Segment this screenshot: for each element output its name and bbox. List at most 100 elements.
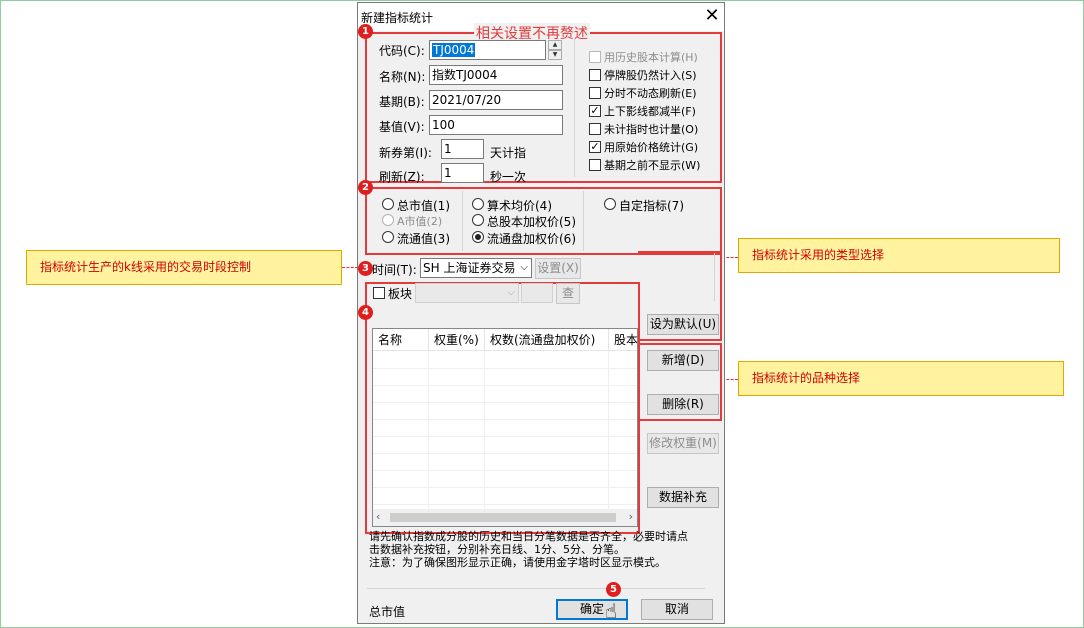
refresh-input[interactable]: 1 xyxy=(441,163,484,183)
label-a-mv: A市值(2) xyxy=(397,215,443,228)
modify-weight-button[interactable]: 修改权重(M) xyxy=(647,433,719,454)
callout-time-connector xyxy=(342,267,358,268)
label-float-mv: 流通值(3) xyxy=(397,232,450,246)
label-total-cap-weighted: 总股本加权价(5) xyxy=(487,215,576,229)
status-text: 总市值 xyxy=(369,605,406,619)
table-row-line xyxy=(373,402,637,403)
callout-time-control: 指标统计生产的k线采用的交易时段控制 xyxy=(26,250,342,285)
label-float-cap-weighted: 流通盘加权价(6) xyxy=(487,232,576,246)
base-date-label: 基期(B): xyxy=(379,95,425,109)
type-divider-2 xyxy=(583,191,584,251)
badge-3: 3 xyxy=(358,261,373,276)
table-column-header[interactable]: 权重(%) xyxy=(429,329,485,351)
variety-bracket-frame xyxy=(640,343,722,421)
code-spin-up[interactable]: ▲ xyxy=(548,40,562,50)
option-label: 未计指时也计量(O) xyxy=(604,123,699,136)
sector-label: 板块 xyxy=(388,287,413,301)
badge-4: 4 xyxy=(358,305,373,320)
badge-2: 2 xyxy=(358,180,373,195)
note-line-3: 注意：为了确保图形显示正确，请使用金字塔时区显示模式。 xyxy=(369,556,666,569)
new-stock-suffix: 天计指 xyxy=(490,146,527,160)
table-column-header[interactable]: 权数(流通盘加权价) xyxy=(485,329,609,351)
time-value: SH 上海证券交易 xyxy=(423,261,516,275)
radio-float-mv[interactable] xyxy=(382,231,394,243)
table-row-line xyxy=(373,504,637,505)
table-row-line xyxy=(373,419,637,420)
table-row-line xyxy=(373,487,637,488)
callout-type-select: 指标统计采用的类型选择 xyxy=(738,238,1060,273)
table-row-line xyxy=(373,453,637,454)
name-label: 名称(N): xyxy=(379,70,426,84)
base-date-input[interactable]: 2021/07/20 xyxy=(429,90,563,110)
radio-total-mv[interactable] xyxy=(382,198,394,210)
scroll-right-icon[interactable]: › xyxy=(629,510,633,523)
footer-divider xyxy=(367,588,705,589)
sector-search-button[interactable]: 查 xyxy=(556,283,580,304)
new-stock-input[interactable]: 1 xyxy=(441,139,484,159)
note-line-2: 击数据补充按钮，分别补充日线、1分、5分、分笔。 xyxy=(369,543,625,556)
time-select[interactable]: SH 上海证券交易 ⌵ xyxy=(420,258,532,278)
base-value-label: 基值(V): xyxy=(379,120,425,134)
hand-cursor-icon: ☝ xyxy=(605,599,618,623)
type-divider-1 xyxy=(462,191,463,251)
options-divider xyxy=(574,39,575,177)
type-bracket-frame xyxy=(638,251,722,341)
radio-float-cap-weighted[interactable] xyxy=(472,231,484,243)
new-stock-label: 新券第(I): xyxy=(379,146,432,160)
refresh-label: 刷新(Z): xyxy=(379,170,425,184)
data-supplement-button[interactable]: 数据补充 xyxy=(647,487,719,508)
option-checkbox[interactable] xyxy=(589,51,601,63)
radio-a-mv[interactable] xyxy=(382,214,394,226)
code-value: TJ0004 xyxy=(432,43,476,57)
table-row-line xyxy=(373,385,637,386)
option-label: 用原始价格统计(G) xyxy=(604,141,699,154)
option-checkbox[interactable] xyxy=(589,87,601,99)
radio-total-cap-weighted[interactable] xyxy=(472,214,484,226)
dialog-title: 新建指标统计 xyxy=(361,11,434,25)
option-checkbox[interactable] xyxy=(589,159,601,171)
radio-custom[interactable] xyxy=(604,198,616,210)
horizontal-scrollbar[interactable]: ‹ › xyxy=(373,509,637,526)
scroll-left-icon[interactable]: ‹ xyxy=(376,510,380,523)
base-value-input[interactable]: 100 xyxy=(429,115,563,135)
stock-list-table[interactable]: 名称 权重(%) 权数(流通盘加权价) 股本 ‹ › xyxy=(372,328,638,527)
option-checkbox[interactable]: ✓ xyxy=(589,141,601,153)
cancel-button[interactable]: 取消 xyxy=(641,599,713,620)
label-custom: 自定指标(7) xyxy=(619,199,684,213)
name-input[interactable]: 指数TJ0004 xyxy=(429,65,563,85)
callout-variety-select: 指标统计的品种选择 xyxy=(738,361,1064,396)
code-label: 代码(C): xyxy=(379,44,425,58)
close-button[interactable]: ✕ xyxy=(700,5,724,29)
new-index-statistics-dialog: 新建指标统计 ✕ 相关设置不再赘述 1 代码(C): TJ0004 ▲ ▼ 名称… xyxy=(357,2,725,624)
note-line-1: 请先确认指数成分股的历史和当日分笔数据是否齐全，必要时请点 xyxy=(369,530,688,543)
option-checkbox[interactable] xyxy=(589,123,601,135)
sector-chevron-down-icon: ⌵ xyxy=(507,287,515,298)
option-label: 停牌股仍然计入(S) xyxy=(604,69,697,82)
sector-checkbox[interactable] xyxy=(373,287,385,299)
table-col-line xyxy=(484,351,485,509)
label-total-mv: 总市值(1) xyxy=(397,199,450,213)
option-checkbox[interactable]: ✓ xyxy=(589,105,601,117)
option-checkbox[interactable] xyxy=(589,69,601,81)
table-column-header[interactable]: 名称 xyxy=(373,329,429,351)
badge-1: 1 xyxy=(358,24,373,39)
sector-select[interactable]: ⌵ xyxy=(415,283,519,303)
table-column-header[interactable]: 股本 xyxy=(609,329,637,351)
option-label: 分时不动态刷新(E) xyxy=(604,87,697,100)
table-row-line xyxy=(373,470,637,471)
ok-button[interactable]: 确定 xyxy=(556,599,628,620)
badge-5: 5 xyxy=(606,582,621,597)
table-col-line xyxy=(428,351,429,509)
sector-search-field[interactable] xyxy=(521,283,553,303)
table-row-line xyxy=(373,436,637,437)
option-label: 用历史股本计算(H) xyxy=(604,51,698,64)
time-settings-button[interactable]: 设置(X) xyxy=(535,258,581,279)
scroll-thumb[interactable] xyxy=(390,513,616,522)
table-col-line xyxy=(608,351,609,509)
radio-arith-avg[interactable] xyxy=(472,198,484,210)
code-spin-down[interactable]: ▼ xyxy=(548,50,562,60)
refresh-suffix: 秒一次 xyxy=(490,170,527,184)
time-chevron-down-icon: ⌵ xyxy=(520,262,528,273)
table-row-line xyxy=(373,368,637,369)
code-input[interactable]: TJ0004 xyxy=(429,40,546,60)
